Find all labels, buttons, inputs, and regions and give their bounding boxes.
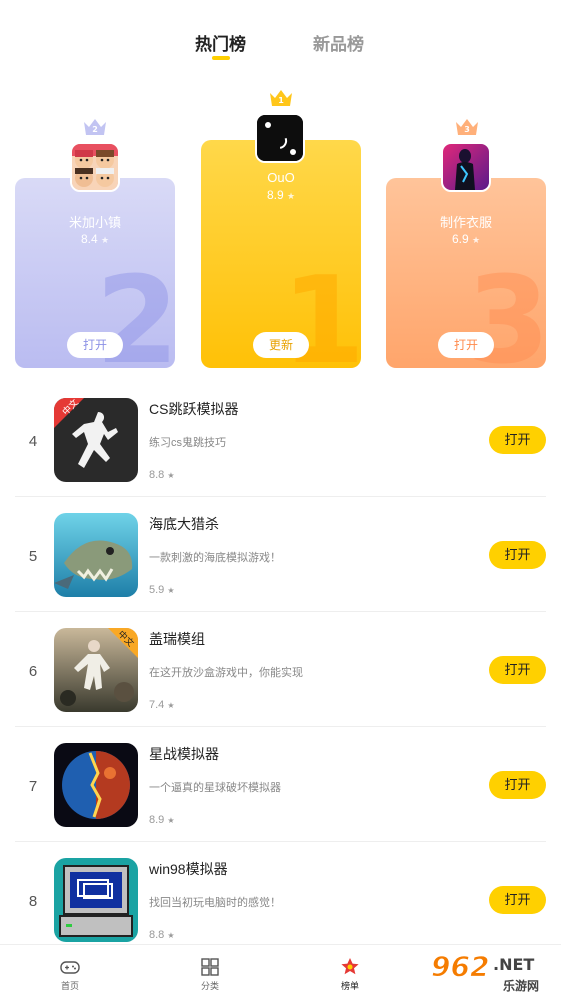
app-description: 练习cs鬼跳技巧 [149,437,226,449]
app-icon-garrys-mod[interactable]: 中文 [54,628,138,712]
star-icon: ★ [100,235,110,245]
open-button[interactable]: 打开 [489,656,546,684]
svg-text:乐游网: 乐游网 [503,978,539,993]
rank-number: 6 [28,663,38,680]
nav-home-label: 首页 [60,981,79,991]
podium-app-name: 制作衣服 [439,215,492,230]
open-button[interactable]: 打开 [489,541,546,569]
nav-category-label: 分类 [200,981,219,991]
nav-home[interactable]: 首页 [30,945,110,997]
app-icon-mega-town[interactable] [70,142,120,192]
rank-number: 7 [28,778,38,795]
star-icon: ★ [471,235,481,245]
list-item[interactable]: 8 win98模拟器 找回当初玩电脑时的感觉！ 8.8 ★ 打开 [0,841,561,956]
app-rating: 8.9 ★ [149,814,175,826]
rank-number: 8 [28,893,38,910]
app-name: 星战模拟器 [149,746,219,762]
open-button[interactable]: 打开 [489,886,546,914]
list-item[interactable]: 7 星战模拟器 一个逼真的星球破坏模拟器 8.9 ★ 打开 [0,726,561,842]
list-item[interactable]: 6 中文 盖瑞模组 在这开放沙盒游戏中，你能实现 7.4 ★ 打开 [0,611,561,727]
nav-ranking[interactable]: 榜单 [310,945,390,997]
open-button[interactable]: 打开 [489,771,546,799]
watermark-logo: 962 .NET 乐游网 [421,946,561,996]
podium-app-rating: 8.4 ★ [80,232,110,246]
app-icon-sea-hunt[interactable] [54,513,138,597]
app-icon-ouo[interactable] [255,113,305,163]
nav-ranking-label: 榜单 [340,981,359,991]
app-rating: 8.8 ★ [149,469,175,481]
nav-category[interactable]: 分类 [170,945,250,997]
app-rating: 5.9 ★ [149,584,175,596]
app-icon-cs-jump[interactable]: 中文 [54,398,138,482]
gamepad-icon [60,961,80,974]
app-description: 一款刺激的海底模拟游戏！ [149,552,281,564]
star-icon: ★ [167,931,175,940]
app-name: 盖瑞模组 [149,631,205,647]
svg-text:3: 3 [464,125,470,134]
podium-app-name: 米加小镇 [68,215,121,230]
star-icon: ★ [286,191,296,201]
podium: 2 2 米加小镇 8.4 ★ 打开 1 1 OuO 8.9 ★ 更新 3 3 制… [0,0,561,380]
app-name: win98模拟器 [149,861,228,877]
crown-gold-icon: 1 [270,90,292,106]
app-description: 一个逼真的星球破坏模拟器 [149,782,281,794]
list-item[interactable]: 4 中文 CS跳跃模拟器 练习cs鬼跳技巧 8.8 ★ 打开 [0,381,561,497]
crown-bronze-icon: 3 [456,119,478,135]
rank-number: 5 [28,548,38,565]
app-name: CS跳跃模拟器 [149,401,239,417]
grid-icon [201,958,219,976]
svg-text:2: 2 [92,125,98,134]
list-item[interactable]: 5 海底大猎杀 一款刺激的海底模拟游戏！ 5.9 ★ 打开 [0,496,561,612]
podium-card-1[interactable]: 1 OuO 8.9 ★ 更新 [201,140,361,368]
app-description: 在这开放沙盒游戏中，你能实现 [149,667,303,679]
podium-app-rating: 6.9 ★ [451,232,481,246]
podium-app-name: OuO [267,170,295,185]
open-button[interactable]: 打开 [67,332,123,358]
svg-text:962: 962 [431,950,489,983]
open-button[interactable]: 打开 [489,426,546,454]
star-medal-icon [341,958,359,975]
star-icon: ★ [167,586,175,595]
app-icon-win98-sim[interactable] [54,858,138,942]
star-icon: ★ [167,471,175,480]
star-icon: ★ [167,701,175,710]
svg-text:.NET: .NET [493,955,534,974]
app-rating: 7.4 ★ [149,699,175,711]
podium-app-rating: 8.9 ★ [266,188,296,202]
open-button[interactable]: 打开 [438,332,494,358]
rank-number: 4 [28,433,38,450]
podium-card-2[interactable]: 2 米加小镇 8.4 ★ 打开 [15,178,175,368]
app-name: 海底大猎杀 [149,516,219,532]
app-rating: 8.8 ★ [149,929,175,941]
crown-silver-icon: 2 [84,119,106,135]
podium-card-3[interactable]: 3 制作衣服 6.9 ★ 打开 [386,178,546,368]
app-description: 找回当初玩电脑时的感觉！ [149,897,281,909]
star-icon: ★ [167,816,175,825]
update-button[interactable]: 更新 [253,332,309,358]
app-icon-make-clothes[interactable] [441,142,491,192]
svg-text:1: 1 [278,96,284,105]
app-icon-star-war-sim[interactable] [54,743,138,827]
